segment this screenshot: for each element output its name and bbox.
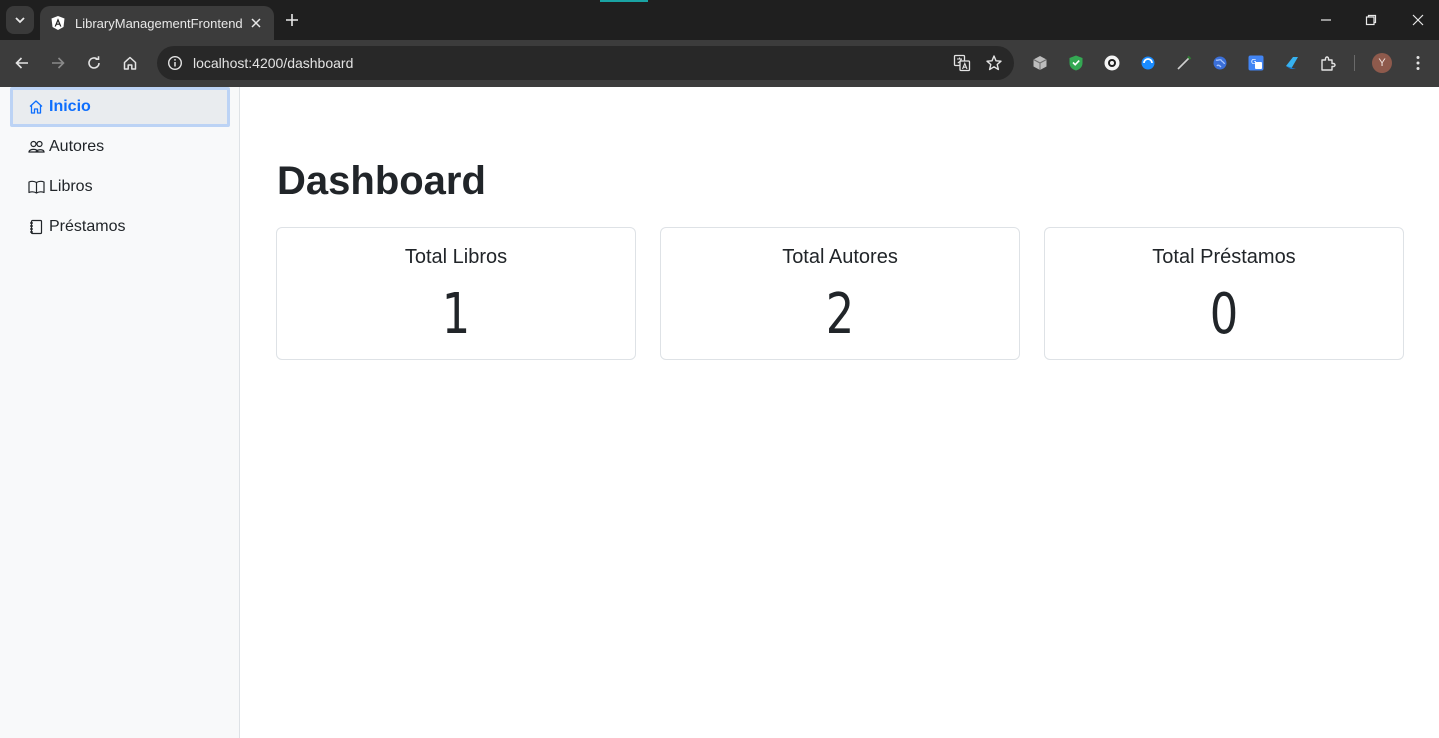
reload-icon: [88, 56, 100, 69]
minimize-button[interactable]: [1314, 8, 1338, 32]
tab-title: LibraryManagementFrontend: [75, 15, 243, 31]
home-icon: [123, 56, 137, 70]
journal-icon: [27, 218, 45, 236]
menu-kebab-icon[interactable]: [1407, 52, 1429, 74]
url-text[interactable]: localhost:4200/dashboard: [193, 55, 950, 71]
bookmark-star-icon[interactable]: [982, 51, 1006, 75]
home-button[interactable]: [118, 51, 142, 75]
browser-tab-strip: LibraryManagementFrontend: [0, 0, 1439, 40]
page-title: Dashboard: [277, 159, 486, 203]
stat-card-value: 1: [441, 282, 471, 347]
sidebar-item-label: Préstamos: [49, 218, 126, 235]
sidebar-item-inicio[interactable]: Inicio: [10, 87, 230, 127]
github-extension-icon[interactable]: [1101, 52, 1123, 74]
forward-button[interactable]: [46, 51, 70, 75]
stat-card-prestamos: Total Préstamos 0: [1044, 227, 1404, 360]
stat-card-libros: Total Libros 1: [276, 227, 636, 360]
sidebar-item-libros[interactable]: Libros: [10, 167, 230, 207]
pen-extension-icon[interactable]: [1173, 52, 1195, 74]
people-icon: [27, 138, 45, 156]
close-window-button[interactable]: [1406, 8, 1430, 32]
firefox-relay-extension-icon[interactable]: [1137, 52, 1159, 74]
url-path: :4200/dashboard: [248, 55, 354, 71]
sidebar-item-label: Inicio: [49, 98, 91, 115]
close-icon: [1412, 14, 1424, 26]
sidebar-item-label: Autores: [49, 138, 105, 155]
book-icon: [27, 178, 45, 196]
stat-card-title: Total Autores: [782, 246, 898, 268]
angular-logo-icon: [50, 15, 66, 31]
cube-extension-icon[interactable]: [1029, 52, 1051, 74]
sidebar: Inicio Autores Libros Préstamos: [0, 87, 240, 738]
window-accent-mark: [600, 0, 648, 2]
main-content: Dashboard Total Libros 1 Total Autores 2…: [241, 87, 1439, 738]
sidebar-item-autores[interactable]: Autores: [10, 127, 230, 167]
stat-card-value: 2: [825, 282, 855, 347]
browser-toolbar: localhost:4200/dashboard G Y: [0, 40, 1439, 87]
stat-card-autores: Total Autores 2: [660, 227, 1020, 360]
url-host: localhost: [193, 55, 249, 71]
new-tab-button[interactable]: [282, 10, 302, 30]
translate-icon[interactable]: [950, 51, 974, 75]
stat-card-value: 0: [1209, 282, 1239, 347]
stat-card-title: Total Libros: [404, 246, 508, 268]
globe-extension-icon[interactable]: [1209, 52, 1231, 74]
close-tab-icon[interactable]: [248, 15, 264, 31]
google-translate-extension-icon[interactable]: G: [1245, 52, 1267, 74]
shield-extension-icon[interactable]: [1065, 52, 1087, 74]
chevron-down-icon: [15, 17, 25, 24]
house-icon: [27, 98, 45, 116]
restore-icon: [1365, 14, 1377, 26]
puzzle-extensions-icon[interactable]: [1317, 52, 1339, 74]
minimize-icon: [1321, 19, 1331, 21]
stat-card-title: Total Préstamos: [1152, 246, 1296, 268]
arrow-left-icon: [15, 57, 28, 69]
address-bar[interactable]: localhost:4200/dashboard: [157, 46, 1014, 80]
reload-button[interactable]: [82, 51, 106, 75]
arrow-right-icon: [52, 57, 65, 69]
sidebar-item-label: Libros: [49, 178, 93, 195]
azure-extension-icon[interactable]: [1281, 52, 1303, 74]
browser-tab[interactable]: LibraryManagementFrontend: [40, 6, 274, 40]
profile-avatar[interactable]: Y: [1372, 53, 1392, 73]
back-button[interactable]: [10, 51, 34, 75]
restore-button[interactable]: [1359, 8, 1383, 32]
toolbar-separator: [1354, 55, 1355, 71]
tab-search-button[interactable]: [6, 6, 34, 34]
plus-icon: [286, 14, 298, 26]
svg-text:G: G: [1251, 58, 1256, 66]
site-info-icon[interactable]: [165, 53, 185, 73]
sidebar-item-prestamos[interactable]: Préstamos: [10, 207, 230, 247]
